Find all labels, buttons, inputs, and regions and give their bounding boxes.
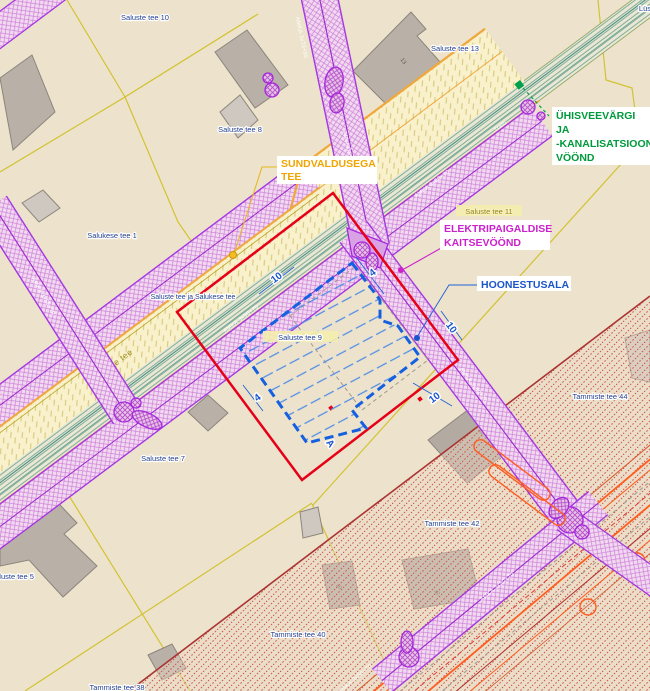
label-saluste-8: Saluste tee 8 [218,125,262,134]
label-tammiste-42: Tammiste tee 42 [424,519,479,528]
label-tammiste-40: Tammiste tee 40 [270,630,325,639]
label-elektri-1: ELEKTRIPAIGALDISE [444,223,552,235]
label-edge-partial: Lüst [639,4,650,13]
detail-plan-map: 13 42 42 40 [0,0,650,691]
elektri-point [398,267,404,273]
label-road-pair: Saluste tee ja Salukese tee [151,294,236,301]
label-sundvaldusega-1: SUNDVALDUSEGA [281,158,376,170]
label-hoonestusala: HOONESTUSALA [481,279,570,291]
hoonestusala-point [414,335,420,341]
label-tammiste-38: Tammiste tee 38 [89,683,144,691]
label-saluste-5: Saluste tee 5 [0,572,34,581]
label-saluste-10: Saluste tee 10 [121,13,169,22]
sundvaldus-point [230,252,237,259]
label-saluste-11: Saluste tee 11 [465,207,512,216]
label-yhisveevark-4: VÖÖND [556,151,595,164]
label-yhisveevark-3: -KANALISATSIOONI [556,138,650,150]
label-yhisveevark-2: JA [556,124,570,136]
label-tammiste-44: Tammiste tee 44 [572,392,627,401]
label-sundvaldusega-2: TEE [281,171,301,183]
label-elektri-2: KAITSEVÖÖND [444,236,521,249]
label-saluste-13: Saluste tee 13 [431,44,479,53]
label-saluste-9: Saluste tee 9 [278,333,322,342]
label-yhisveevark-1: ÜHISVEEVÄRGI [556,109,635,122]
plan-map-canvas[interactable]: 13 42 42 40 [0,0,650,691]
label-salukese-1: Salukese tee 1 [87,231,137,240]
label-saluste-7: Saluste tee 7 [141,454,185,463]
